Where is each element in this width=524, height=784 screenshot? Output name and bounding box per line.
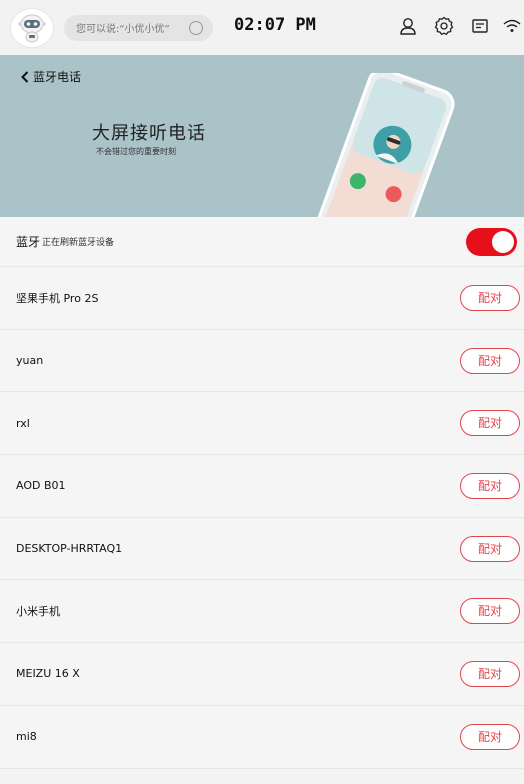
- bluetooth-status: 正在刷新蓝牙设备: [42, 238, 115, 248]
- user-icon[interactable]: [398, 16, 418, 36]
- pair-button[interactable]: 配对: [460, 410, 520, 437]
- pair-button[interactable]: 配对: [460, 723, 520, 750]
- search-icon[interactable]: [189, 21, 203, 35]
- device-row[interactable]: 坚果手机 Pro 2S 配对: [0, 267, 524, 330]
- back-button[interactable]: 蓝牙电话: [19, 68, 81, 85]
- robot-avatar-icon[interactable]: [10, 8, 54, 48]
- voice-search-bar[interactable]: 您可以说:“小优小优”: [64, 15, 213, 41]
- device-name: AOD B01: [16, 479, 66, 493]
- device-row[interactable]: DESKTOP-HRRTAQ1 配对: [0, 517, 524, 581]
- device-name: mi8: [16, 730, 37, 744]
- search-placeholder: 您可以说:“小优小优”: [76, 24, 170, 35]
- device-name: yuan: [16, 354, 44, 368]
- banner-title: 大屏接听电话: [92, 123, 206, 144]
- device-row[interactable]: rxl 配对: [0, 392, 524, 456]
- clock: 02:07 PM: [234, 15, 316, 35]
- message-icon[interactable]: [470, 16, 490, 36]
- bluetooth-device-list: 蓝牙 正在刷新蓝牙设备 坚果手机 Pro 2S 配对 yuan 配对 rxl 配…: [0, 217, 524, 769]
- chevron-left-icon: [21, 70, 29, 83]
- toggle-knob: [492, 231, 514, 253]
- status-bar: 您可以说:“小优小优” 02:07 PM: [0, 0, 524, 55]
- device-name: 坚果手机 Pro 2S: [16, 291, 99, 305]
- settings-gear-icon[interactable]: [434, 16, 454, 36]
- device-name: rxl: [16, 416, 30, 430]
- pair-button[interactable]: 配对: [460, 535, 520, 562]
- pair-button[interactable]: 配对: [460, 284, 520, 311]
- device-row[interactable]: yuan 配对: [0, 329, 524, 393]
- device-row[interactable]: 小米手机 配对: [0, 580, 524, 644]
- banner-subtitle: 不会错过您的重要时刻: [96, 147, 176, 156]
- pair-button[interactable]: 配对: [460, 598, 520, 625]
- device-row[interactable]: mi8 配对: [0, 705, 524, 769]
- bluetooth-toggle-row: 蓝牙 正在刷新蓝牙设备: [0, 217, 524, 267]
- pair-button[interactable]: 配对: [460, 472, 520, 499]
- pair-button[interactable]: 配对: [460, 347, 520, 374]
- bluetooth-phone-banner: 蓝牙电话 大屏接听电话 不会错过您的重要时刻: [0, 55, 524, 217]
- back-label: 蓝牙电话: [33, 70, 82, 84]
- bluetooth-toggle[interactable]: [466, 228, 517, 256]
- device-row[interactable]: MEIZU 16 X 配对: [0, 643, 524, 706]
- phone-illustration: [315, 73, 455, 217]
- pair-button[interactable]: 配对: [460, 660, 520, 687]
- device-row[interactable]: AOD B01 配对: [0, 455, 524, 518]
- device-name: MEIZU 16 X: [16, 667, 80, 681]
- bluetooth-label: 蓝牙: [16, 235, 41, 249]
- wifi-icon: [503, 19, 521, 32]
- device-name: 小米手机: [16, 605, 60, 619]
- device-name: DESKTOP-HRRTAQ1: [16, 542, 123, 556]
